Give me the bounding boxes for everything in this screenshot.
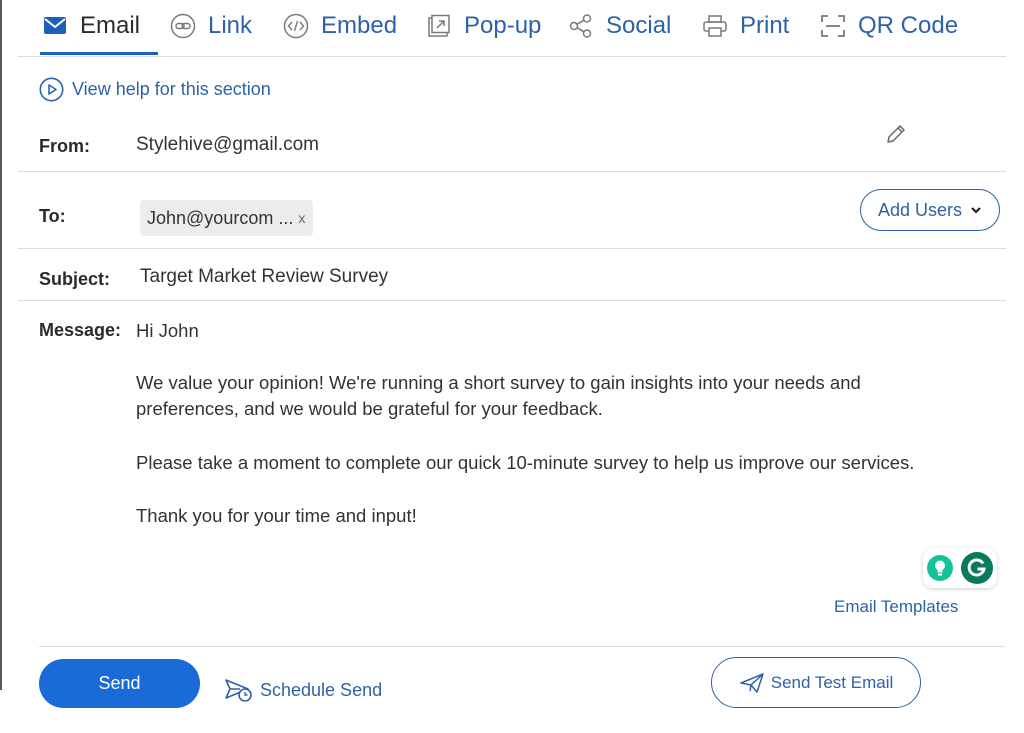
send-test-email-button[interactable]: Send Test Email bbox=[711, 657, 921, 708]
grammarly-widget[interactable] bbox=[923, 548, 997, 588]
qr-scan-icon bbox=[820, 13, 846, 39]
message-paragraph[interactable]: Thank you for your time and input! bbox=[136, 503, 417, 529]
share-tabs: Email Link Embed Pop-up Social Print QR … bbox=[18, 0, 1006, 57]
from-label: From: bbox=[39, 136, 90, 156]
add-users-button[interactable]: Add Users bbox=[860, 189, 1000, 231]
send-test-email-label: Send Test Email bbox=[770, 672, 894, 692]
tab-link[interactable]: Link bbox=[170, 10, 252, 42]
tab-embed[interactable]: Embed bbox=[283, 10, 397, 42]
add-users-label: Add Users bbox=[877, 199, 963, 220]
tab-popup[interactable]: Pop-up bbox=[426, 10, 541, 42]
tab-label: Email bbox=[80, 12, 141, 39]
divider bbox=[18, 248, 1006, 249]
envelope-icon bbox=[42, 13, 68, 39]
share-icon bbox=[568, 13, 594, 39]
recipient-chip-text: John@yourcom ... bbox=[147, 207, 294, 228]
send-button[interactable]: Send bbox=[39, 659, 200, 708]
subject-label: Subject: bbox=[39, 269, 111, 289]
email-templates-link[interactable]: Email Templates bbox=[834, 597, 958, 617]
message-paragraph-line[interactable]: preferences, and we would be grateful fo… bbox=[136, 396, 603, 422]
divider bbox=[39, 646, 1005, 647]
schedule-send-button[interactable]: Schedule Send bbox=[224, 677, 382, 703]
message-paragraph-line[interactable]: We value your opinion! We're running a s… bbox=[136, 370, 861, 396]
tab-label: Print bbox=[740, 12, 790, 39]
chevron-down-icon bbox=[970, 204, 982, 216]
subject-field[interactable]: Target Market Review Survey bbox=[140, 266, 388, 288]
window-edge bbox=[0, 0, 2, 690]
play-circle-icon bbox=[39, 77, 64, 102]
tab-label: Link bbox=[208, 12, 253, 39]
email-share-panel: Email Link Embed Pop-up Social Print QR … bbox=[0, 0, 1024, 733]
from-value: Stylehive@gmail.com bbox=[136, 134, 319, 155]
embed-code-icon bbox=[283, 13, 309, 39]
paper-plane-icon bbox=[739, 672, 765, 694]
schedule-send-icon bbox=[224, 677, 254, 703]
message-label: Message: bbox=[39, 320, 122, 340]
divider bbox=[18, 171, 1006, 172]
printer-icon bbox=[702, 13, 728, 39]
divider bbox=[18, 300, 1006, 301]
schedule-send-label: Schedule Send bbox=[260, 679, 383, 700]
tab-label: Embed bbox=[321, 12, 398, 39]
view-help-link[interactable]: View help for this section bbox=[39, 76, 271, 102]
grammarly-icon[interactable] bbox=[961, 552, 993, 584]
tab-email[interactable]: Email bbox=[42, 10, 140, 42]
pencil-icon[interactable] bbox=[884, 122, 908, 146]
tab-qr-code[interactable]: QR Code bbox=[820, 10, 958, 42]
tab-label: Social bbox=[606, 12, 672, 39]
to-label: To: bbox=[39, 206, 66, 226]
tab-print[interactable]: Print bbox=[702, 10, 789, 42]
tab-label: Pop-up bbox=[464, 12, 542, 39]
link-icon bbox=[170, 13, 196, 39]
remove-recipient-button[interactable]: x bbox=[298, 210, 305, 226]
help-label: View help for this section bbox=[72, 78, 271, 99]
message-greeting[interactable]: Hi John bbox=[136, 318, 199, 344]
tab-label: QR Code bbox=[858, 12, 959, 39]
popup-icon bbox=[426, 13, 452, 39]
lightbulb-icon[interactable] bbox=[927, 555, 953, 581]
active-tab-indicator bbox=[40, 52, 158, 55]
message-paragraph[interactable]: Please take a moment to complete our qui… bbox=[136, 450, 914, 476]
tab-social[interactable]: Social bbox=[568, 10, 671, 42]
recipient-chip[interactable]: John@yourcom ... x bbox=[140, 200, 314, 236]
